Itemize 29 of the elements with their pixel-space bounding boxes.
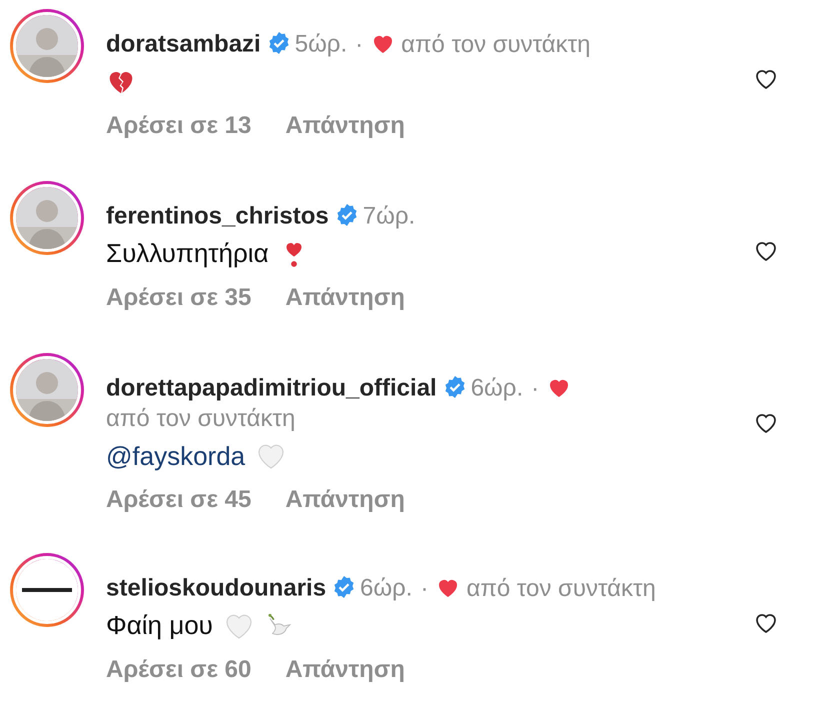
separator: ·	[355, 30, 364, 58]
username[interactable]: doratsambazi	[106, 30, 261, 58]
like-heart-icon[interactable]	[754, 67, 778, 91]
reply-button[interactable]: Απάντηση	[285, 112, 405, 140]
author-label: από τον συντάκτη	[466, 574, 656, 604]
like-heart-icon[interactable]	[754, 239, 778, 263]
username[interactable]: dorettapapadimitriou_official	[106, 374, 437, 402]
author-label: από τον συντάκτη	[401, 30, 591, 60]
reply-button[interactable]: Απάντηση	[285, 656, 405, 684]
likes-count[interactable]: Αρέσει σε 35	[106, 284, 252, 312]
mention-link[interactable]: @fayskorda	[106, 440, 246, 472]
reply-button[interactable]: Απάντηση	[285, 284, 405, 312]
username[interactable]: ferentinos_christos	[106, 202, 329, 230]
separator: ·	[531, 374, 540, 402]
time-label: 5ώρ.	[294, 30, 348, 58]
comment-text: Φαίη μου	[106, 610, 213, 642]
username[interactable]: stelioskoudounaris	[106, 574, 326, 602]
likes-count[interactable]: Αρέσει σε 13	[106, 112, 252, 140]
time-label: 6ώρ.	[470, 374, 524, 402]
likes-count[interactable]: Αρέσει σε 60	[106, 656, 252, 684]
comment-text: Συλλυπητήρια	[106, 238, 269, 270]
time-label: 7ώρ.	[362, 202, 416, 230]
separator: ·	[420, 574, 428, 602]
like-heart-icon[interactable]	[754, 411, 778, 435]
author-label: από τον συντάκτη	[106, 404, 296, 434]
like-heart-icon[interactable]	[754, 611, 778, 635]
time-label: 6ώρ.	[360, 574, 412, 602]
likes-count[interactable]: Αρέσει σε 45	[106, 486, 252, 514]
reply-button[interactable]: Απάντηση	[285, 486, 405, 514]
